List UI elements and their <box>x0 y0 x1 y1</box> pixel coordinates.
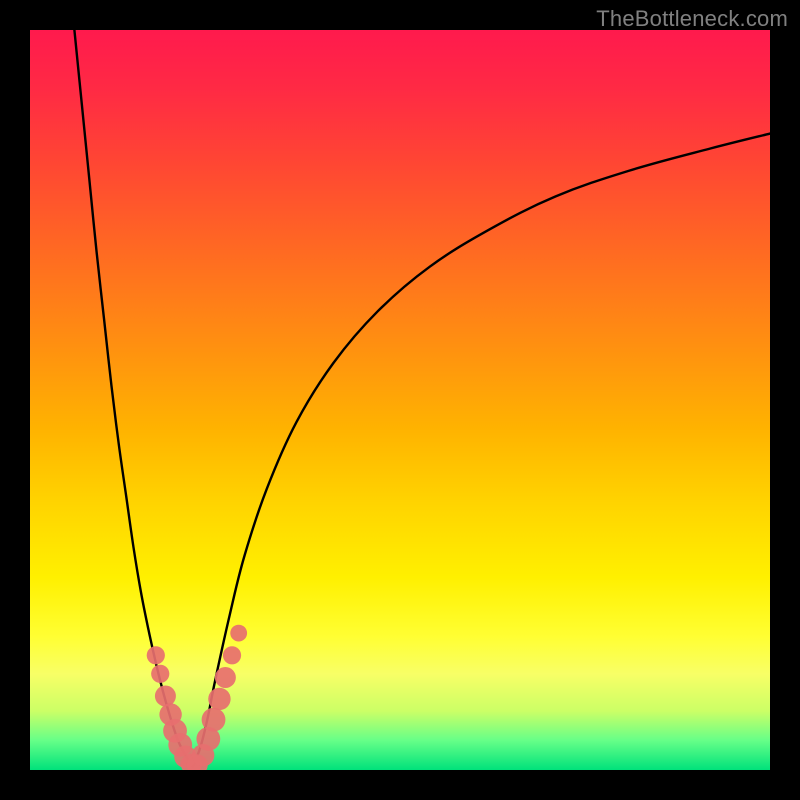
curve-curve-left <box>74 30 192 766</box>
marker-dot <box>215 667 236 688</box>
watermark-text: TheBottleneck.com <box>596 6 788 32</box>
marker-dot <box>147 646 165 664</box>
marker-dot <box>151 665 169 683</box>
marker-dot <box>202 708 226 732</box>
chart-frame: TheBottleneck.com <box>0 0 800 800</box>
curve-curve-right <box>193 134 770 767</box>
chart-svg <box>30 30 770 770</box>
marker-dot <box>208 688 230 710</box>
marker-dot <box>230 625 247 642</box>
marker-dot <box>155 686 176 707</box>
marker-dot <box>223 646 241 664</box>
plot-area <box>30 30 770 770</box>
